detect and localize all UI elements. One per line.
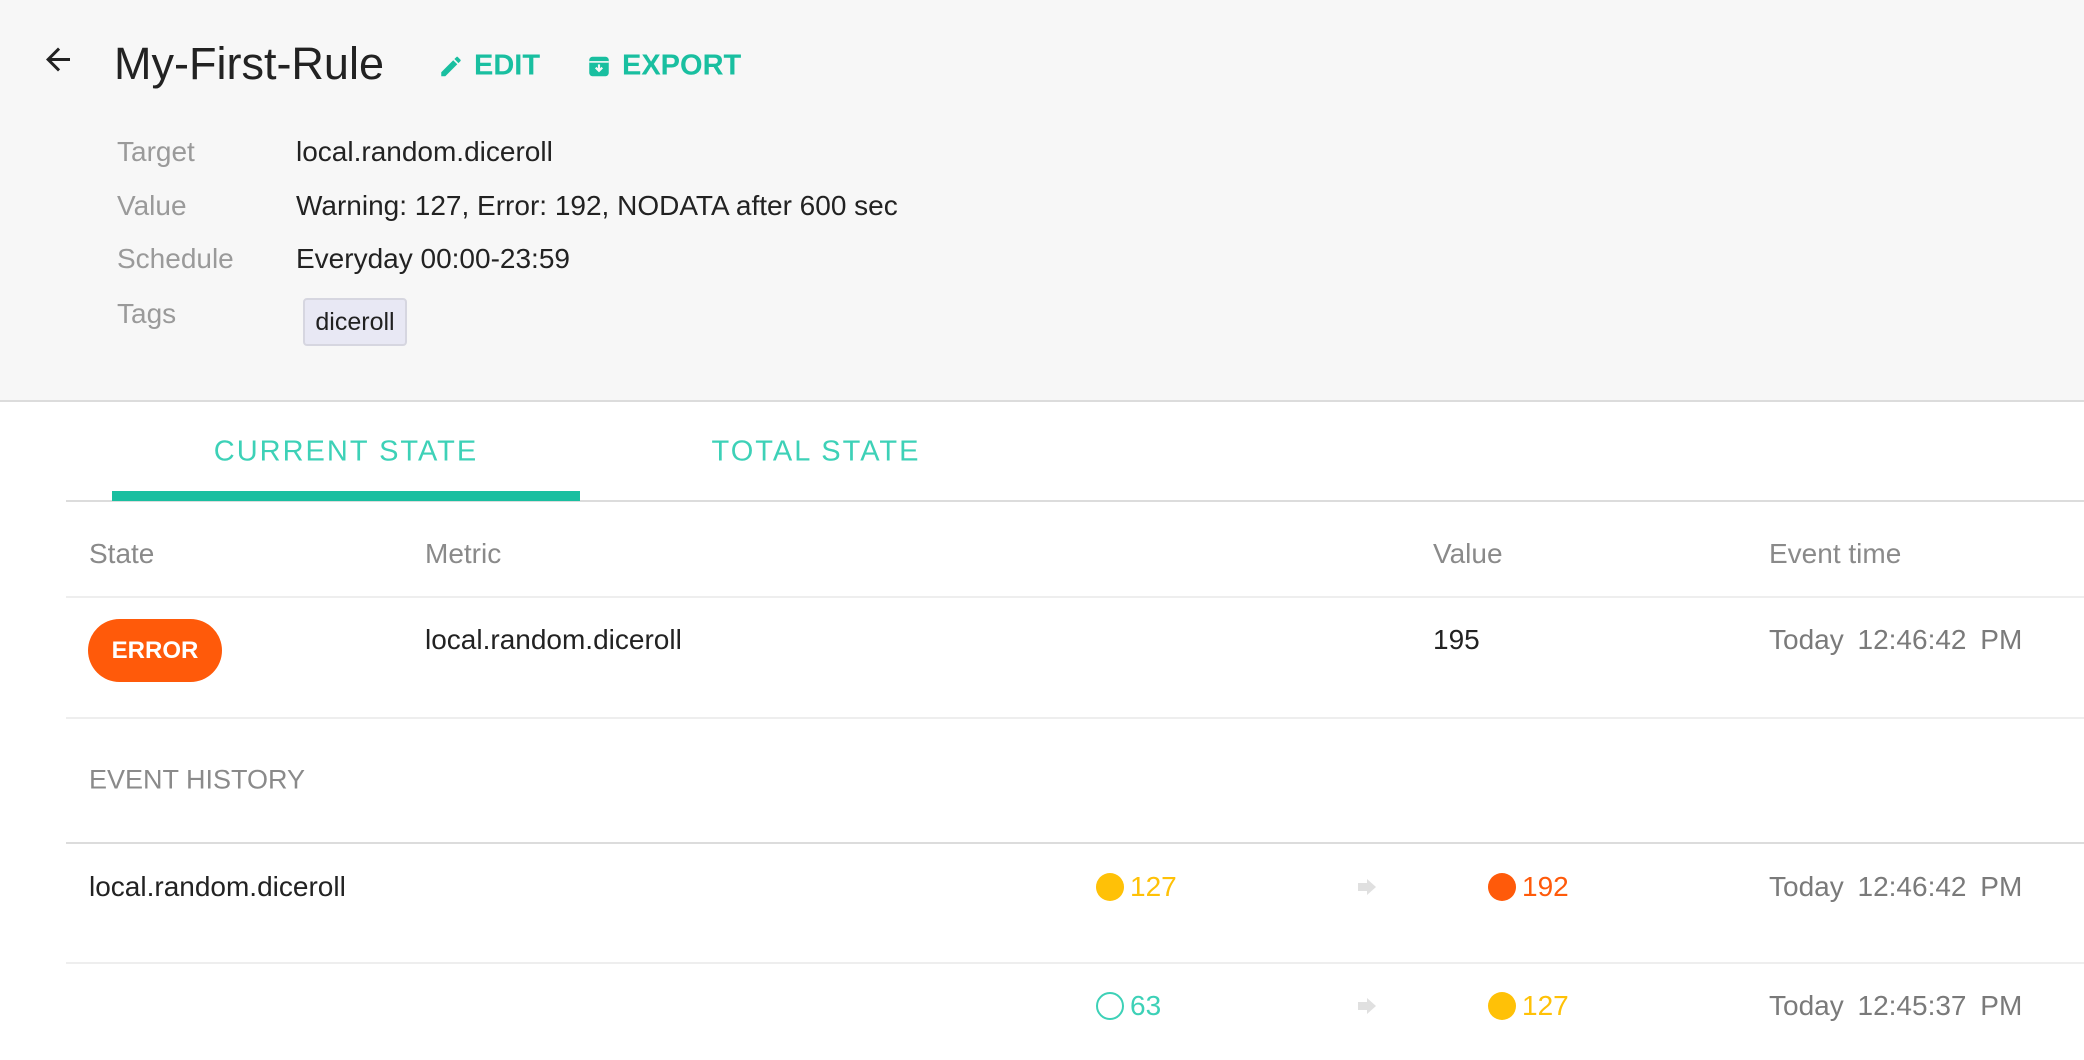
column-header-metric: Metric [425, 538, 502, 569]
event-day: Today [1769, 990, 1844, 1021]
value-label: Value [117, 190, 187, 221]
divider [66, 596, 2084, 598]
divider [66, 962, 2084, 964]
event-time: 12:46:42 PM [1857, 624, 2023, 655]
rule-header: My-First-Rule EDIT EXPORT Target local.r… [0, 0, 2084, 402]
history-from: 127 [1096, 871, 1177, 903]
arrow-left-icon [46, 47, 70, 72]
event-history-title: EVENT HISTORY [89, 764, 306, 795]
column-header-event-time: Event time [1769, 538, 1902, 569]
event-day: Today [1769, 624, 1844, 655]
status-badge-error: ERROR [88, 619, 222, 682]
tags-label: Tags [117, 298, 177, 329]
to-value: 192 [1522, 871, 1569, 902]
history-to: 127 [1488, 990, 1569, 1022]
warning-dot-icon [1488, 992, 1516, 1020]
export-button[interactable]: EXPORT [586, 50, 741, 83]
event-day: Today [1769, 871, 1844, 902]
ok-ring-icon [1096, 992, 1124, 1020]
history-to: 192 [1488, 871, 1569, 903]
history-event-time: Today 12:46:42 PM [1769, 871, 2022, 903]
error-dot-icon [1488, 873, 1516, 901]
event-time: 12:45:37 PM [1857, 990, 2023, 1021]
to-value: 127 [1522, 990, 1569, 1021]
edit-label: EDIT [474, 49, 541, 82]
column-header-state: State [89, 538, 155, 569]
pencil-icon [441, 56, 461, 76]
archive-download-icon [589, 56, 609, 76]
warning-dot-icon [1096, 873, 1124, 901]
divider [66, 717, 2084, 719]
tab-total-state[interactable]: TOTAL STATE [712, 436, 921, 469]
target-value: local.random.diceroll [296, 136, 553, 167]
arrow-right-icon [1358, 879, 1376, 895]
history-metric: local.random.diceroll [89, 871, 346, 902]
target-label: Target [117, 136, 195, 167]
event-time: 12:46:42 PM [1857, 871, 2023, 902]
active-tab-indicator [112, 491, 580, 501]
current-event-time: Today 12:46:42 PM [1769, 624, 2022, 656]
tag-chip[interactable]: diceroll [303, 298, 407, 346]
history-event-time: Today 12:45:37 PM [1769, 990, 2022, 1022]
divider [66, 842, 2084, 844]
back-button[interactable] [40, 42, 76, 83]
history-from: 63 [1096, 990, 1161, 1022]
value-value: Warning: 127, Error: 192, NODATA after 6… [296, 190, 898, 221]
export-label: EXPORT [622, 49, 742, 82]
current-metric: local.random.diceroll [425, 624, 682, 655]
current-value: 195 [1433, 624, 1480, 655]
from-value: 127 [1130, 871, 1177, 902]
tab-current-state[interactable]: CURRENT STATE [214, 436, 478, 469]
page-title: My-First-Rule [114, 38, 384, 89]
edit-button[interactable]: EDIT [438, 50, 540, 83]
schedule-value: Everyday 00:00-23:59 [296, 243, 570, 274]
column-header-value: Value [1433, 538, 1503, 569]
arrow-right-icon [1358, 998, 1376, 1014]
schedule-label: Schedule [117, 243, 234, 274]
from-value: 63 [1130, 990, 1162, 1021]
